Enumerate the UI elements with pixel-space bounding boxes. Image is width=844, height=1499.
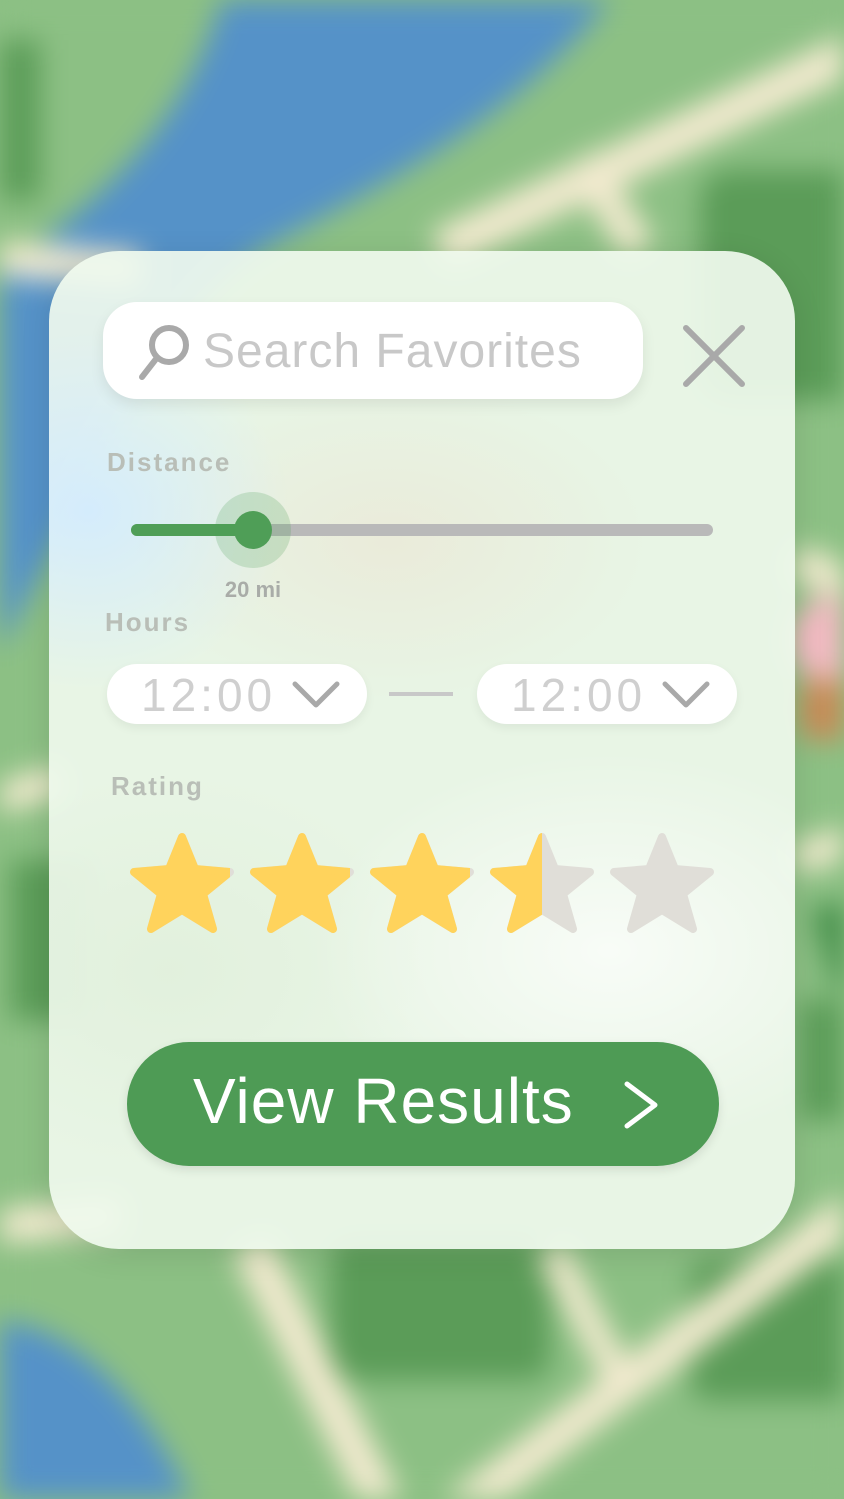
star-icon[interactable] [607,831,717,941]
rating-stars[interactable] [127,831,727,941]
view-results-label: View Results [193,1065,574,1137]
view-results-button[interactable]: View Results [127,1042,719,1166]
search-input[interactable] [203,320,623,382]
slider-thumb[interactable] [234,511,272,549]
search-box[interactable] [103,302,643,399]
hours-range-dash [389,692,453,696]
hours-to-value: 12:00 [511,669,647,721]
distance-slider[interactable] [131,491,713,571]
chevron-right-icon [624,1081,658,1129]
star-icon[interactable] [367,831,477,941]
chevron-down-icon [662,681,710,708]
search-icon [139,325,189,380]
distance-label: Distance [107,447,232,477]
star-icon[interactable] [247,831,357,941]
filter-panel: Distance 20 mi Hours 12:00 12:00 Rating … [49,251,795,1249]
rating-label: Rating [111,771,204,801]
star-icon[interactable] [487,831,597,941]
distance-value: 20 mi [224,577,282,602]
star-icon[interactable] [127,831,237,941]
chevron-down-icon [292,681,340,708]
hours-to-select[interactable]: 12:00 [477,664,737,724]
hours-from-value: 12:00 [141,669,277,721]
hours-label: Hours [105,607,191,637]
close-icon[interactable] [681,323,747,389]
hours-from-select[interactable]: 12:00 [107,664,367,724]
